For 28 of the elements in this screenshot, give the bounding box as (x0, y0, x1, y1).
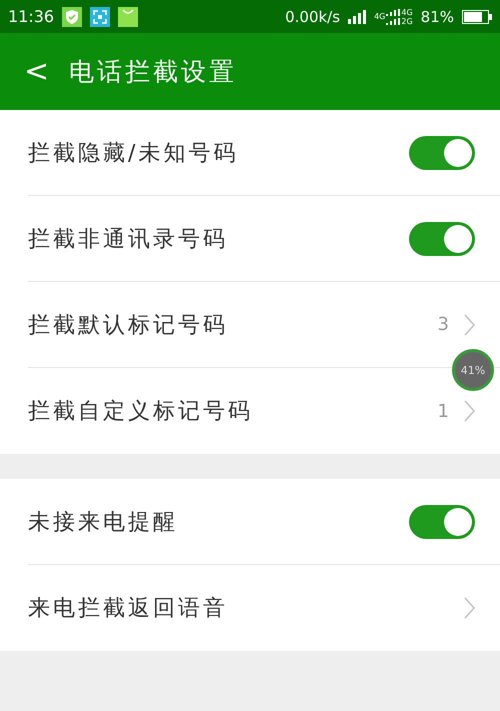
setting-value: 3 (438, 314, 449, 335)
setting-label: 拦截非通讯录号码 (28, 226, 228, 254)
toggle-switch[interactable] (409, 504, 475, 538)
scan-icon (90, 6, 110, 26)
battery-icon (462, 10, 492, 24)
chevron-right-icon (463, 400, 475, 422)
clock-time: 11:36 (8, 7, 54, 26)
setting-value: 1 (438, 400, 449, 422)
page-title: 电话拦截设置 (69, 56, 238, 88)
back-button[interactable]: < (20, 56, 54, 86)
shield-icon (62, 6, 82, 26)
bag-icon (118, 6, 138, 26)
network-type: 4G (401, 8, 413, 16)
chevron-right-icon (463, 597, 475, 619)
network-type: 4G (374, 12, 386, 21)
setting-label: 拦截自定义标记号码 (28, 398, 253, 426)
toggle-switch[interactable] (409, 222, 475, 256)
chevron-right-icon (463, 314, 475, 336)
setting-label: 拦截隐藏/未知号码 (28, 140, 238, 168)
signal-icon (348, 10, 366, 24)
setting-label: 未接来电提醒 (28, 508, 178, 536)
network-type: 2G (401, 16, 413, 26)
battery-percent: 81% (420, 8, 454, 26)
dual-signal-icon (386, 8, 400, 24)
setting-label: 拦截默认标记号码 (28, 312, 228, 340)
network-speed: 0.00k/s (285, 8, 340, 26)
toggle-switch[interactable] (409, 136, 475, 170)
setting-label: 来电拦截返回语音 (28, 595, 228, 623)
